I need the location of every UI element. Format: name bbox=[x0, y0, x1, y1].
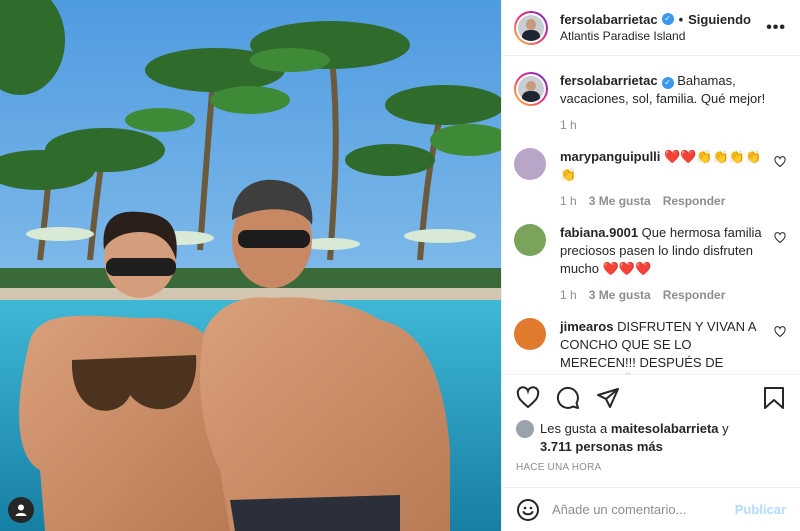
commenter-avatar[interactable] bbox=[514, 318, 546, 350]
liker-username[interactable]: maitesolabarrieta bbox=[611, 421, 719, 436]
comment-button[interactable] bbox=[556, 386, 580, 410]
author-avatar-small[interactable] bbox=[514, 72, 548, 106]
location-link[interactable]: Atlantis Paradise Island bbox=[560, 28, 766, 45]
more-options-icon[interactable]: ••• bbox=[766, 19, 786, 37]
save-button[interactable] bbox=[762, 386, 786, 410]
emoji-icon[interactable] bbox=[516, 498, 540, 522]
share-button[interactable] bbox=[596, 386, 620, 410]
liker-avatar[interactable] bbox=[516, 420, 534, 438]
comment-item: fabiana.9001 Que hermosa familia precios… bbox=[514, 224, 786, 304]
verified-icon: ✓ bbox=[661, 77, 674, 89]
comment-input[interactable]: Añade un comentario... bbox=[552, 502, 735, 517]
comment-heart-icon[interactable] bbox=[774, 156, 786, 168]
share-icon bbox=[597, 387, 619, 408]
author-username[interactable]: fersolabarrietac bbox=[560, 11, 658, 28]
comment-username[interactable]: marypanguipulli bbox=[560, 149, 660, 164]
photo-scene bbox=[0, 0, 501, 531]
caption-time[interactable]: 1 h bbox=[560, 116, 577, 134]
author-avatar[interactable] bbox=[514, 10, 548, 45]
bookmark-icon bbox=[764, 386, 784, 409]
verified-icon: ✓ bbox=[661, 13, 674, 25]
comment-heart-icon[interactable] bbox=[774, 232, 786, 244]
post-time[interactable]: HACE UNA HORA bbox=[502, 456, 800, 473]
likes-prefix: Les gusta a bbox=[540, 421, 608, 436]
add-comment-bar: Añade un comentario... Publicar bbox=[502, 487, 800, 531]
post-sidebar: fersolabarrietac ✓ • Siguiendo Atlantis … bbox=[501, 0, 800, 531]
caption: fersolabarrietac ✓ Bahamas, vacaciones, s… bbox=[514, 72, 786, 134]
comment-icon bbox=[556, 386, 579, 409]
likes-conj: y bbox=[722, 421, 729, 436]
user-tag-button[interactable] bbox=[8, 497, 34, 523]
like-button[interactable] bbox=[516, 385, 540, 410]
comment-heart-icon[interactable] bbox=[774, 326, 786, 338]
post-photo[interactable] bbox=[0, 0, 501, 531]
reply-button[interactable]: Responder bbox=[663, 286, 726, 304]
comment-username[interactable]: jimearos bbox=[560, 319, 613, 334]
heart-icon bbox=[516, 385, 540, 408]
user-tag-icon bbox=[15, 504, 27, 516]
comment-username[interactable]: fabiana.9001 bbox=[560, 225, 638, 240]
caption-username[interactable]: fersolabarrietac bbox=[560, 73, 658, 88]
reply-button[interactable]: Responder bbox=[663, 192, 726, 210]
comment-item: jimearos DISFRUTEN Y VIVAN A CONCHO QUE … bbox=[514, 318, 786, 374]
comment-item: marypanguipulli ❤️❤️👏👏👏👏👏 1 h 3 Me gusta… bbox=[514, 148, 786, 210]
commenter-avatar[interactable] bbox=[514, 148, 546, 180]
comment-time[interactable]: 1 h bbox=[560, 286, 577, 304]
post-header: fersolabarrietac ✓ • Siguiendo Atlantis … bbox=[502, 0, 800, 56]
comment-likes[interactable]: 3 Me gusta bbox=[589, 192, 651, 210]
comment-time[interactable]: 1 h bbox=[560, 192, 577, 210]
following-button[interactable]: Siguiendo bbox=[688, 11, 751, 28]
comment-likes[interactable]: 3 Me gusta bbox=[589, 286, 651, 304]
likes-count[interactable]: 3.711 personas más bbox=[540, 439, 663, 454]
separator-dot: • bbox=[678, 11, 684, 27]
post-viewer: fersolabarrietac ✓ • Siguiendo Atlantis … bbox=[0, 0, 800, 531]
comments-list[interactable]: fersolabarrietac ✓ Bahamas, vacaciones, s… bbox=[502, 56, 800, 374]
action-bar bbox=[502, 374, 800, 420]
publish-button[interactable]: Publicar bbox=[735, 502, 786, 517]
likes-summary: Les gusta a maitesolabarrieta y 3.711 pe… bbox=[502, 420, 800, 456]
commenter-avatar[interactable] bbox=[514, 224, 546, 256]
